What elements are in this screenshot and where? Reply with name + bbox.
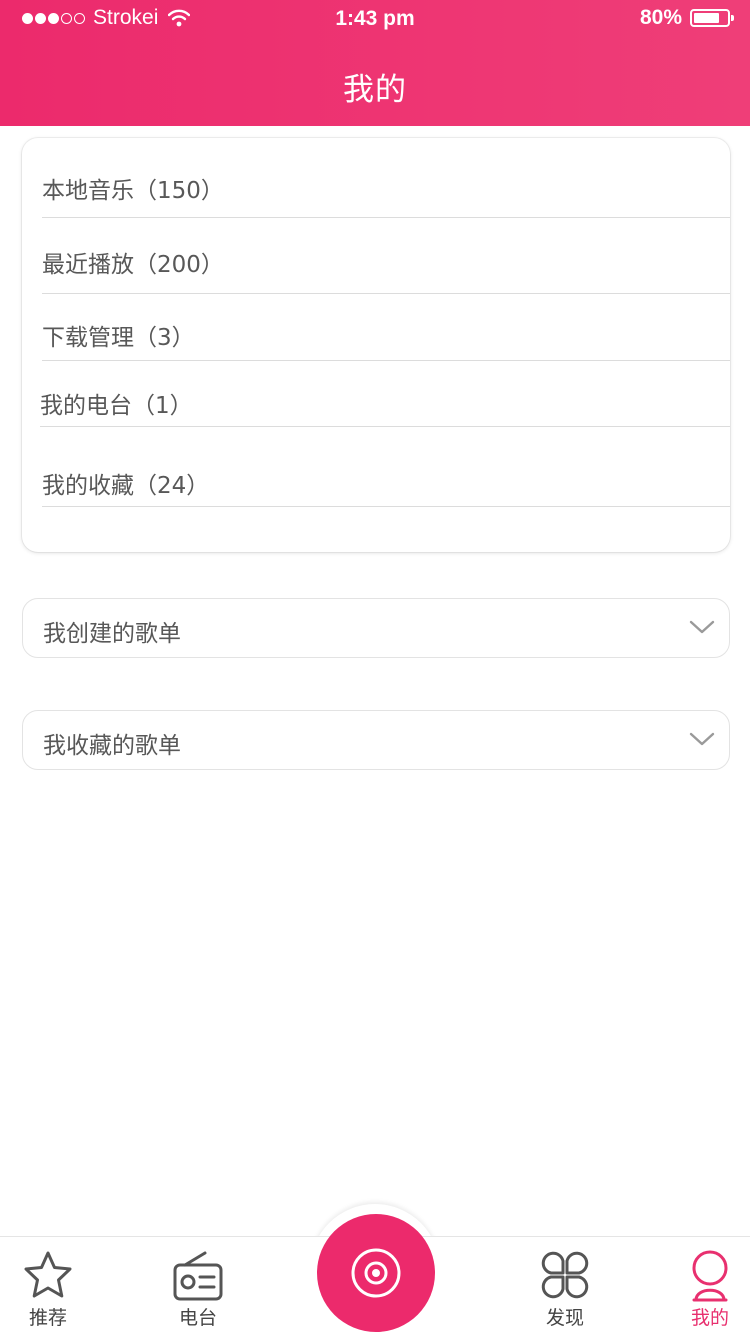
center-play-button[interactable] xyxy=(317,1214,435,1332)
radio-icon xyxy=(173,1251,223,1301)
battery-icon xyxy=(690,9,734,27)
clover-icon xyxy=(541,1251,589,1299)
list-item-my-radio[interactable]: 我的电台（1） xyxy=(40,361,730,427)
person-icon xyxy=(692,1250,728,1302)
battery-fill xyxy=(694,13,719,23)
star-icon xyxy=(24,1251,72,1298)
list-item-recent-plays[interactable]: 最近播放（200） xyxy=(42,218,730,294)
status-time: 1:43 pm xyxy=(335,7,415,30)
list-item-label: 下载管理（3） xyxy=(42,325,195,351)
status-right: 80% xyxy=(639,6,734,30)
tab-discover[interactable]: 发现 xyxy=(515,1237,615,1334)
tab-label: 推荐 xyxy=(28,1307,67,1329)
list-item-label: 本地音乐（150） xyxy=(42,178,224,204)
page-title: 我的 xyxy=(343,72,407,108)
collected-playlists-label: 我收藏的歌单 xyxy=(43,733,181,759)
list-item-label: 我的收藏（24） xyxy=(42,473,210,499)
tab-radio[interactable]: 电台 xyxy=(148,1237,248,1334)
list-item-favorites[interactable]: 我的收藏（24） xyxy=(42,427,730,507)
tab-recommend[interactable]: 推荐 xyxy=(0,1237,98,1334)
chevron-down-icon xyxy=(689,620,715,634)
created-playlists-toggle[interactable]: 我创建的歌单 xyxy=(22,598,730,658)
collected-playlists-toggle[interactable]: 我收藏的歌单 xyxy=(22,710,730,770)
library-card: 本地音乐（150） 最近播放（200） 下载管理（3） 我的电台（1） 我的收藏… xyxy=(22,138,730,552)
status-bar: Strokei 1:43 pm 80% xyxy=(0,0,750,40)
battery-percent: 80% xyxy=(639,6,682,29)
tab-label: 我的 xyxy=(690,1307,729,1329)
list-item-local-music[interactable]: 本地音乐（150） xyxy=(42,138,730,218)
chevron-down-icon xyxy=(689,732,715,746)
tab-label: 电台 xyxy=(178,1307,217,1329)
tab-label: 发现 xyxy=(545,1307,584,1329)
list-item-label: 我的电台（1） xyxy=(40,393,193,419)
top-bar: Strokei 1:43 pm 80% 我的 xyxy=(0,0,750,126)
created-playlists-label: 我创建的歌单 xyxy=(43,621,181,647)
list-item-downloads[interactable]: 下载管理（3） xyxy=(42,294,730,361)
tab-mine[interactable]: 我的 xyxy=(660,1237,750,1334)
disc-icon xyxy=(351,1248,401,1298)
list-item-label: 最近播放（200） xyxy=(42,252,224,278)
